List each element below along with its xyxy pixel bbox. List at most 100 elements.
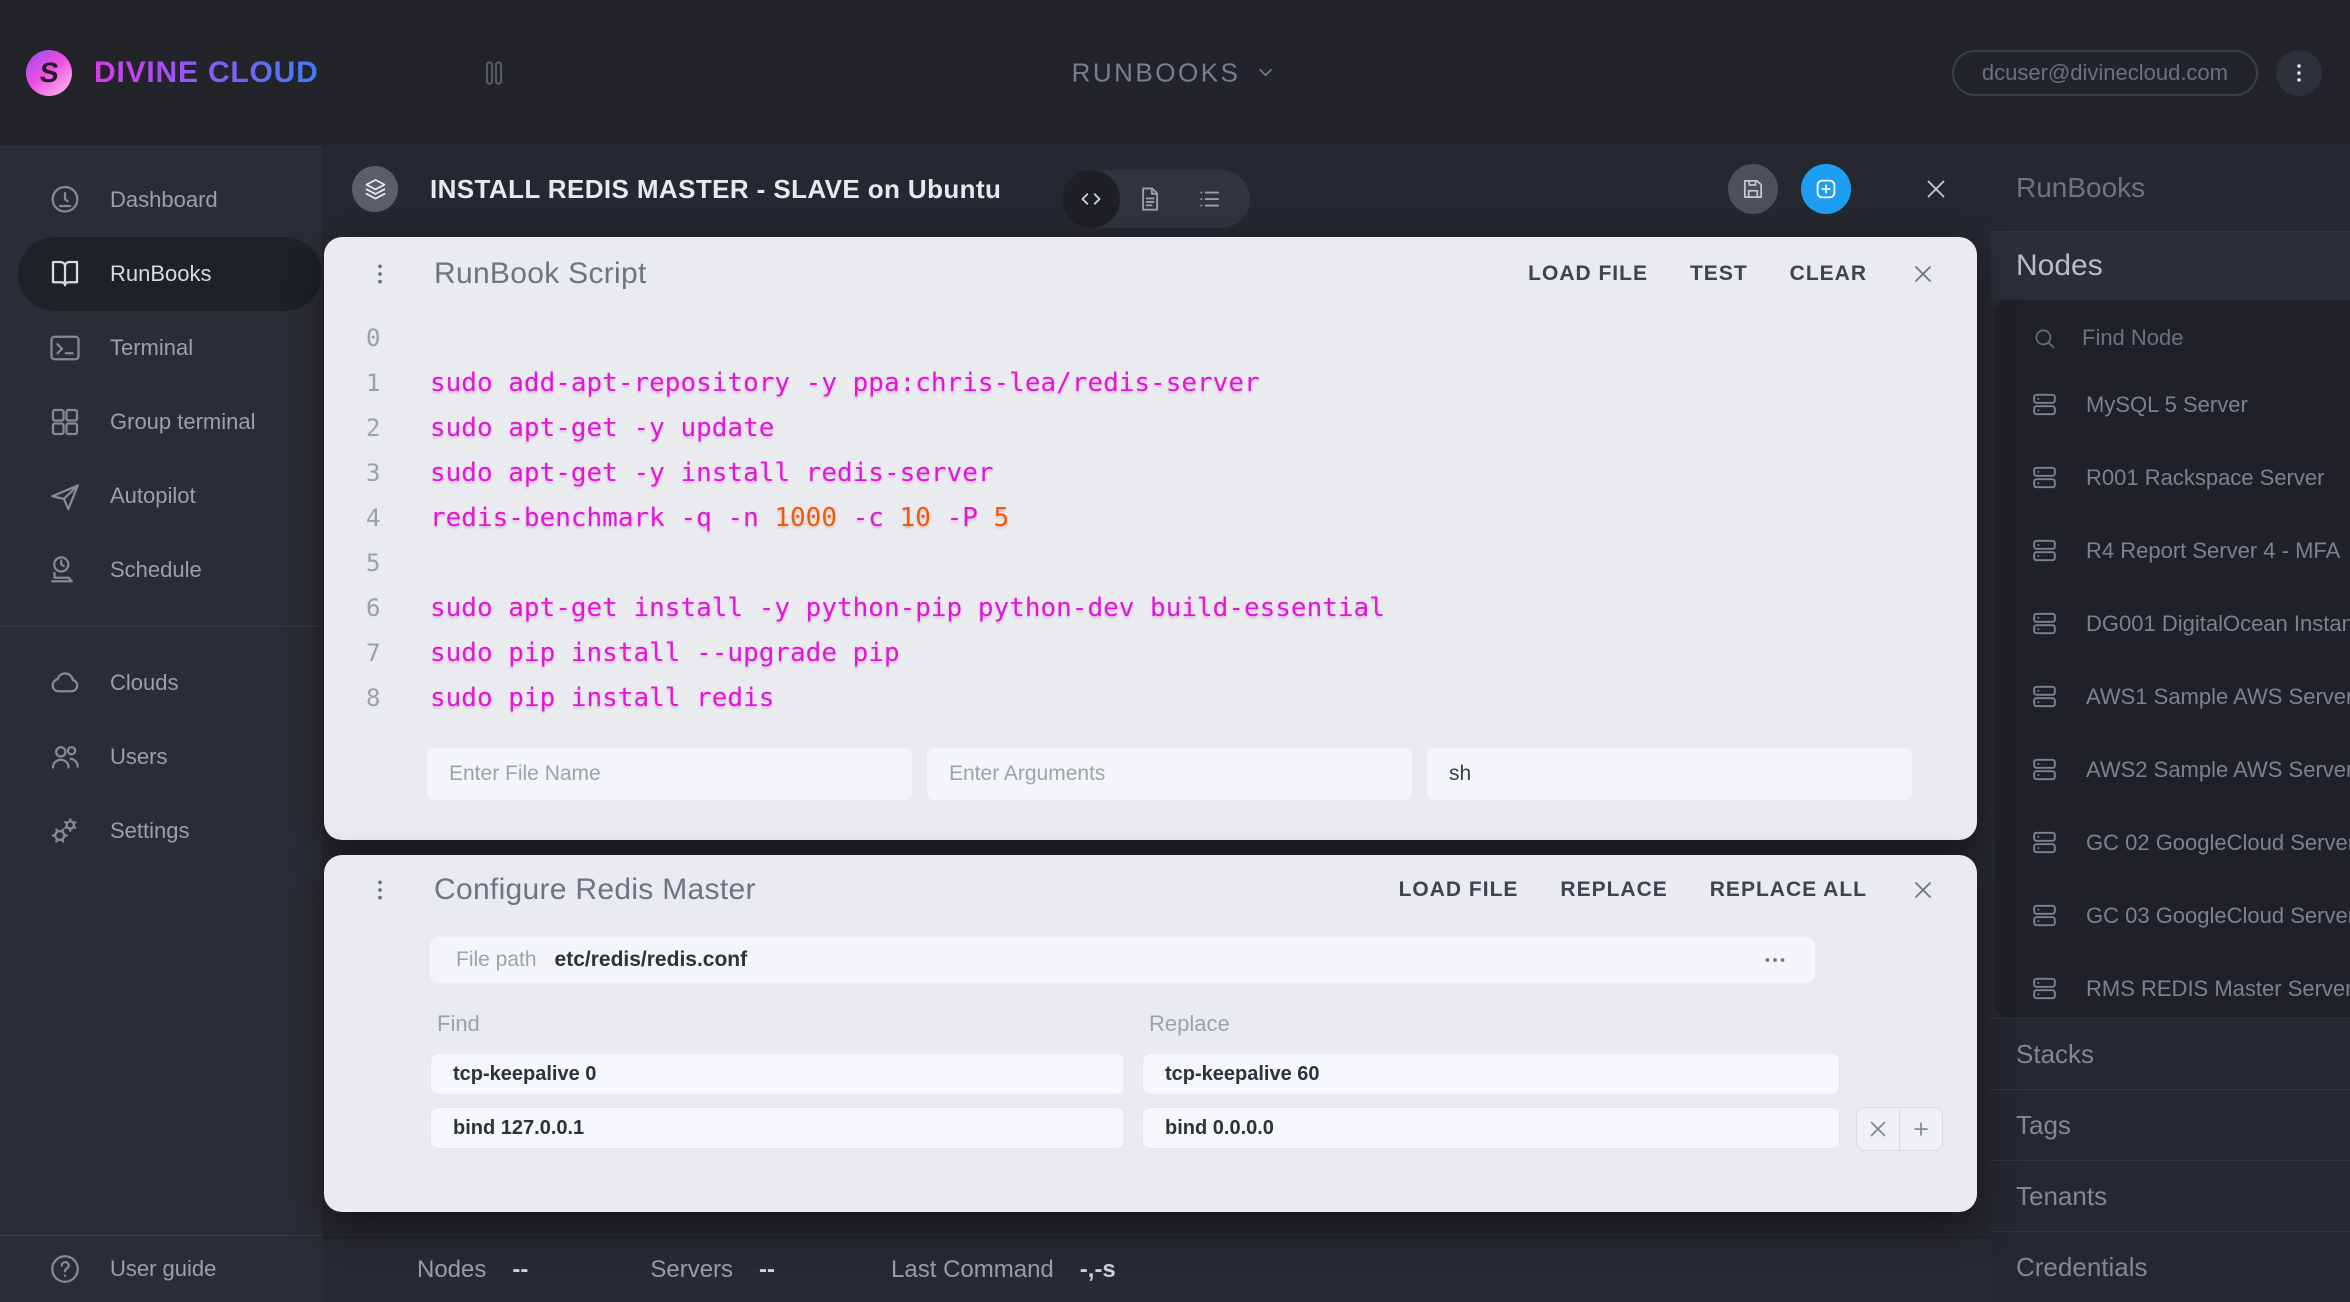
context-switcher[interactable]: RUNBOOKS bbox=[1072, 57, 1279, 88]
sidebar-item-user-guide[interactable]: User guide bbox=[0, 1236, 322, 1302]
code-line[interactable]: 2 sudo apt-get -y update bbox=[324, 405, 1977, 450]
node-item-gc-03-googlecloud-server-in[interactable]: GC 03 GoogleCloud Server In... bbox=[1995, 879, 2350, 952]
code-line[interactable]: 4 redis-benchmark -q -n 1000 -c 10 -P 5 bbox=[324, 495, 1977, 540]
node-item-r4-report-server-4-mfa[interactable]: R4 Report Server 4 - MFA bbox=[1995, 514, 2350, 587]
chevron-down-icon bbox=[1252, 60, 1278, 86]
sidebar-item-clouds[interactable]: Clouds bbox=[0, 646, 322, 720]
add-row-button[interactable] bbox=[1899, 1107, 1943, 1151]
find-replace-row bbox=[430, 1053, 1977, 1095]
pause-icon[interactable] bbox=[477, 56, 511, 90]
section-stacks[interactable]: Stacks bbox=[1990, 1018, 2350, 1089]
sidebar-item-settings[interactable]: Settings bbox=[0, 794, 322, 868]
add-step-button[interactable] bbox=[1801, 164, 1851, 214]
top-navbar: S DIVINE CLOUD RUNBOOKS dcuser@divineclo… bbox=[0, 0, 2350, 145]
view-document-button[interactable] bbox=[1120, 170, 1180, 228]
section-runbooks[interactable]: RunBooks bbox=[1990, 145, 2350, 232]
node-label: GC 02 GoogleCloud Server In... bbox=[2086, 829, 2350, 855]
node-item-aws1-sample-aws-server[interactable]: AWS1 Sample AWS Server bbox=[1995, 660, 2350, 733]
section-tags[interactable]: Tags bbox=[1990, 1089, 2350, 1160]
sidebar-item-schedule[interactable]: Schedule bbox=[0, 533, 322, 607]
user-email-pill[interactable]: dcuser@divinecloud.com bbox=[1951, 49, 2258, 96]
node-item-dg001-digitalocean-instance[interactable]: DG001 DigitalOcean Instance bbox=[1995, 587, 2350, 660]
plane-icon bbox=[47, 478, 83, 514]
replace-button[interactable]: REPLACE bbox=[1560, 878, 1667, 902]
line-number: 8 bbox=[366, 683, 381, 712]
sidebar-item-autopilot[interactable]: Autopilot bbox=[0, 459, 322, 533]
close-configure-panel-icon[interactable] bbox=[1909, 876, 1937, 904]
code-line[interactable]: 0 bbox=[324, 315, 1977, 360]
node-item-mysql-5-server[interactable]: MySQL 5 Server bbox=[1995, 368, 2350, 441]
sidebar-item-dashboard[interactable]: Dashboard bbox=[0, 163, 322, 237]
code-icon bbox=[1076, 184, 1106, 214]
remove-row-button[interactable] bbox=[1856, 1107, 1900, 1151]
terminal-icon bbox=[47, 330, 83, 366]
book-icon bbox=[47, 256, 83, 292]
replace-input[interactable] bbox=[1142, 1107, 1840, 1149]
code-text: sudo pip install --upgrade pip bbox=[430, 637, 900, 668]
nodes-status-value: -- bbox=[512, 1256, 529, 1283]
user-menu-button[interactable] bbox=[2276, 49, 2322, 96]
load-file-button[interactable]: LOAD FILE bbox=[1528, 262, 1648, 286]
code-line[interactable]: 3 sudo apt-get -y install redis-server bbox=[324, 450, 1977, 495]
code-line[interactable]: 1 sudo add-apt-repository -y ppa:chris-le… bbox=[324, 360, 1977, 405]
file-name-input[interactable] bbox=[427, 748, 912, 800]
view-toggle bbox=[1062, 170, 1250, 228]
load-file-button[interactable]: LOAD FILE bbox=[1399, 878, 1519, 902]
server-icon bbox=[2029, 535, 2060, 566]
section-tenants[interactable]: Tenants bbox=[1990, 1160, 2350, 1231]
kebab-icon bbox=[2286, 60, 2312, 86]
code-text: sudo apt-get install -y python-pip pytho… bbox=[430, 592, 1385, 623]
brand-name: DIVINE CLOUD bbox=[94, 55, 319, 89]
server-icon bbox=[2029, 973, 2060, 1004]
server-icon bbox=[2029, 389, 2060, 420]
sidebar-item-terminal[interactable]: Terminal bbox=[0, 311, 322, 385]
sidebar-item-runbooks[interactable]: RunBooks bbox=[18, 237, 322, 311]
status-bar: Nodes -- Servers -- Last Command -,-s bbox=[322, 1237, 1990, 1302]
servers-status-label: Servers bbox=[650, 1256, 734, 1283]
sidebar-item-group-terminal[interactable]: Group terminal bbox=[0, 385, 322, 459]
script-inputs-row bbox=[427, 748, 1912, 800]
view-code-button[interactable] bbox=[1062, 170, 1120, 228]
node-label: AWS1 Sample AWS Server bbox=[2086, 683, 2350, 709]
file-path-field[interactable]: File path etc/redis/redis.conf bbox=[430, 937, 1815, 983]
close-script-panel-icon[interactable] bbox=[1909, 260, 1937, 288]
shell-input[interactable] bbox=[1427, 748, 1912, 800]
code-text: redis-benchmark -q -n 1000 -c 10 -P 5 bbox=[430, 502, 1010, 533]
node-item-rms-redis-master-server[interactable]: RMS REDIS Master Server bbox=[1995, 952, 2350, 1018]
line-number: 4 bbox=[366, 503, 381, 532]
script-editor[interactable]: 0 1 sudo add-apt-repository -y ppa:chris-l… bbox=[324, 311, 1977, 720]
node-item-r001-rackspace-server[interactable]: R001 Rackspace Server bbox=[1995, 441, 2350, 514]
panel-kebab-icon[interactable] bbox=[366, 876, 394, 904]
find-label: Find bbox=[437, 1011, 480, 1036]
sidebar-item-label: User guide bbox=[110, 1256, 217, 1281]
section-nodes[interactable]: Nodes bbox=[1990, 232, 2350, 300]
close-runbook-icon[interactable] bbox=[1921, 174, 1951, 204]
code-line[interactable]: 8 sudo pip install redis bbox=[324, 675, 1977, 720]
node-item-aws2-sample-aws-server[interactable]: AWS2 Sample AWS Server bbox=[1995, 733, 2350, 806]
code-line[interactable]: 6 sudo apt-get install -y python-pip pyth… bbox=[324, 585, 1977, 630]
find-node-input[interactable] bbox=[2082, 325, 2322, 351]
last-command-label: Last Command bbox=[891, 1256, 1054, 1283]
line-number: 1 bbox=[366, 368, 381, 397]
sidebar-item-label: Terminal bbox=[110, 335, 194, 360]
view-list-button[interactable] bbox=[1180, 170, 1240, 228]
sidebar-item-users[interactable]: Users bbox=[0, 720, 322, 794]
arguments-input[interactable] bbox=[927, 748, 1412, 800]
test-button[interactable]: TEST bbox=[1690, 262, 1748, 286]
find-input[interactable] bbox=[430, 1107, 1125, 1149]
code-line[interactable]: 5 bbox=[324, 540, 1977, 585]
find-input[interactable] bbox=[430, 1053, 1125, 1095]
line-number: 6 bbox=[366, 593, 381, 622]
replace-all-button[interactable]: REPLACE ALL bbox=[1710, 878, 1867, 902]
plus-square-icon bbox=[1812, 175, 1840, 203]
file-path-browse-icon[interactable] bbox=[1761, 946, 1789, 974]
code-line[interactable]: 7 sudo pip install --upgrade pip bbox=[324, 630, 1977, 675]
context-label: RUNBOOKS bbox=[1071, 57, 1241, 87]
node-item-gc-02-googlecloud-server-in[interactable]: GC 02 GoogleCloud Server In... bbox=[1995, 806, 2350, 879]
file-path-label: File path bbox=[456, 948, 537, 971]
save-runbook-button[interactable] bbox=[1728, 164, 1778, 214]
clear-button[interactable]: CLEAR bbox=[1790, 262, 1867, 286]
section-credentials[interactable]: Credentials bbox=[1990, 1231, 2350, 1302]
replace-input[interactable] bbox=[1142, 1053, 1840, 1095]
panel-kebab-icon[interactable] bbox=[366, 260, 394, 288]
